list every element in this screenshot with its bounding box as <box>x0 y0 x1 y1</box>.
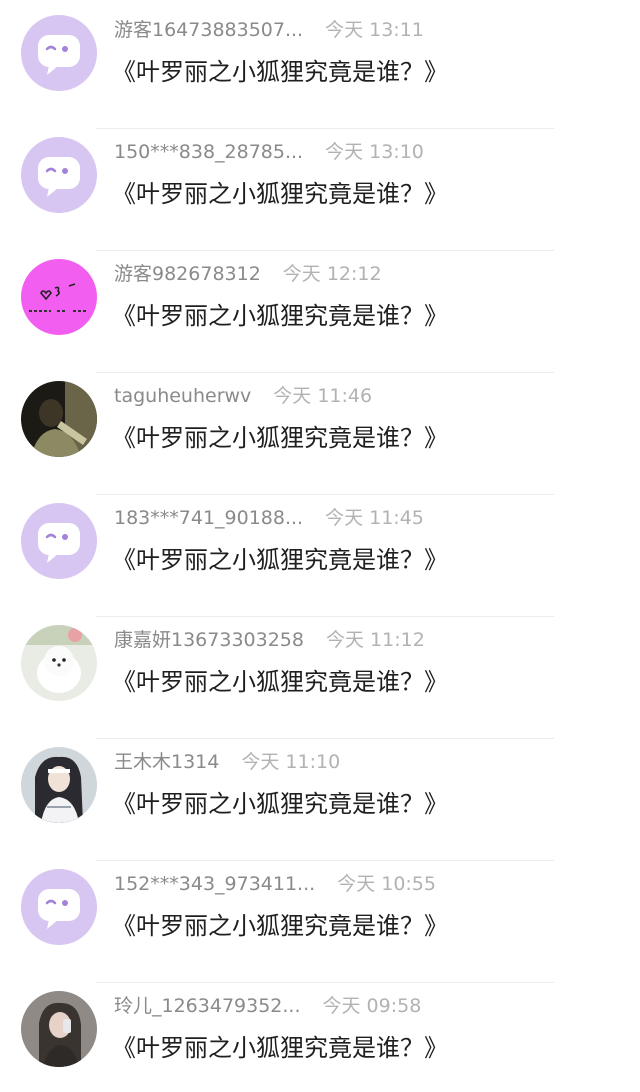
comment-meta: 183***741_90188... 今天 11:45 <box>114 503 424 533</box>
username[interactable]: 游客16473883507... <box>114 19 303 41</box>
timestamp: 今天 10:55 <box>337 873 436 895</box>
comment-item[interactable]: 康嘉妍13673303258 今天 11:12 《叶罗丽之小狐狸究竟是谁？》 <box>0 624 640 746</box>
username[interactable]: 王木木1314 <box>114 751 219 773</box>
comment-item[interactable]: 游客16473883507... 今天 13:11 《叶罗丽之小狐狸究竟是谁？》 <box>0 14 640 136</box>
username[interactable]: 游客982678312 <box>114 263 261 285</box>
person-photo-icon <box>21 381 97 457</box>
timestamp: 今天 13:10 <box>325 141 424 163</box>
timestamp: 今天 12:12 <box>282 263 382 285</box>
username[interactable]: 150***838_28785... <box>114 141 303 163</box>
avatar-default-chat-icon[interactable] <box>21 15 97 91</box>
comment-meta: 玲儿_1263479352... 今天 09:58 <box>114 991 421 1021</box>
chat-bubble-icon <box>21 869 97 945</box>
person-photo-icon <box>21 991 97 1067</box>
divider <box>96 250 554 251</box>
pink-doodle-icon <box>21 259 97 335</box>
avatar-pink-doodle[interactable] <box>21 259 97 335</box>
timestamp: 今天 13:11 <box>325 19 424 41</box>
divider <box>96 128 554 129</box>
chat-bubble-icon <box>21 137 97 213</box>
divider <box>96 494 554 495</box>
username[interactable]: 183***741_90188... <box>114 507 303 529</box>
divider <box>96 982 554 983</box>
comment-meta: 游客982678312 今天 12:12 <box>114 259 382 289</box>
avatar-photo[interactable] <box>21 991 97 1067</box>
avatar-default-chat-icon[interactable] <box>21 503 97 579</box>
white-dog-photo-icon <box>21 625 97 701</box>
comment-list: 游客16473883507... 今天 13:11 《叶罗丽之小狐狸究竟是谁？》 … <box>0 0 640 1092</box>
timestamp: 今天 11:45 <box>325 507 424 529</box>
comment-text: 《叶罗丽之小狐狸究竟是谁？》 <box>112 1034 448 1062</box>
comment-text: 《叶罗丽之小狐狸究竟是谁？》 <box>112 424 448 452</box>
comment-text: 《叶罗丽之小狐狸究竟是谁？》 <box>112 302 448 330</box>
chat-bubble-icon <box>21 15 97 91</box>
username[interactable]: 152***343_973411... <box>114 873 315 895</box>
comment-meta: 152***343_973411... 今天 10:55 <box>114 869 436 899</box>
divider <box>96 738 554 739</box>
avatar-default-chat-icon[interactable] <box>21 869 97 945</box>
comment-text: 《叶罗丽之小狐狸究竟是谁？》 <box>112 58 448 86</box>
divider <box>96 616 554 617</box>
comment-item[interactable]: 王木木1314 今天 11:10 《叶罗丽之小狐狸究竟是谁？》 <box>0 746 640 868</box>
comment-text: 《叶罗丽之小狐狸究竟是谁？》 <box>112 668 448 696</box>
username[interactable]: 玲儿_1263479352... <box>114 995 301 1017</box>
comment-item[interactable]: 游客982678312 今天 12:12 《叶罗丽之小狐狸究竟是谁？》 <box>0 258 640 380</box>
avatar-photo[interactable] <box>21 381 97 457</box>
timestamp: 今天 11:10 <box>241 751 341 773</box>
comment-item[interactable]: taguheuherwv 今天 11:46 《叶罗丽之小狐狸究竟是谁？》 <box>0 380 640 502</box>
comment-text: 《叶罗丽之小狐狸究竟是谁？》 <box>112 790 448 818</box>
timestamp: 今天 11:12 <box>325 629 425 651</box>
comment-item[interactable]: 玲儿_1263479352... 今天 09:58 《叶罗丽之小狐狸究竟是谁？》 <box>0 990 640 1092</box>
username[interactable]: 康嘉妍13673303258 <box>114 629 304 651</box>
comment-meta: taguheuherwv 今天 11:46 <box>114 381 372 411</box>
divider <box>96 372 554 373</box>
avatar-anime-character[interactable] <box>21 747 97 823</box>
comment-text: 《叶罗丽之小狐狸究竟是谁？》 <box>112 912 448 940</box>
comment-item[interactable]: 183***741_90188... 今天 11:45 《叶罗丽之小狐狸究竟是谁？… <box>0 502 640 624</box>
comment-meta: 王木木1314 今天 11:10 <box>114 747 340 777</box>
comment-meta: 康嘉妍13673303258 今天 11:12 <box>114 625 425 655</box>
timestamp: 今天 11:46 <box>273 385 373 407</box>
comment-item[interactable]: 150***838_28785... 今天 13:10 《叶罗丽之小狐狸究竟是谁？… <box>0 136 640 258</box>
avatar-white-dog[interactable] <box>21 625 97 701</box>
comment-meta: 150***838_28785... 今天 13:10 <box>114 137 424 167</box>
username[interactable]: taguheuherwv <box>114 385 251 407</box>
comment-item[interactable]: 152***343_973411... 今天 10:55 《叶罗丽之小狐狸究竟是谁… <box>0 868 640 990</box>
divider <box>96 860 554 861</box>
chat-bubble-icon <box>21 503 97 579</box>
avatar-default-chat-icon[interactable] <box>21 137 97 213</box>
anime-character-icon <box>21 747 97 823</box>
comment-text: 《叶罗丽之小狐狸究竟是谁？》 <box>112 180 448 208</box>
comment-text: 《叶罗丽之小狐狸究竟是谁？》 <box>112 546 448 574</box>
comment-meta: 游客16473883507... 今天 13:11 <box>114 15 424 45</box>
timestamp: 今天 09:58 <box>322 995 422 1017</box>
